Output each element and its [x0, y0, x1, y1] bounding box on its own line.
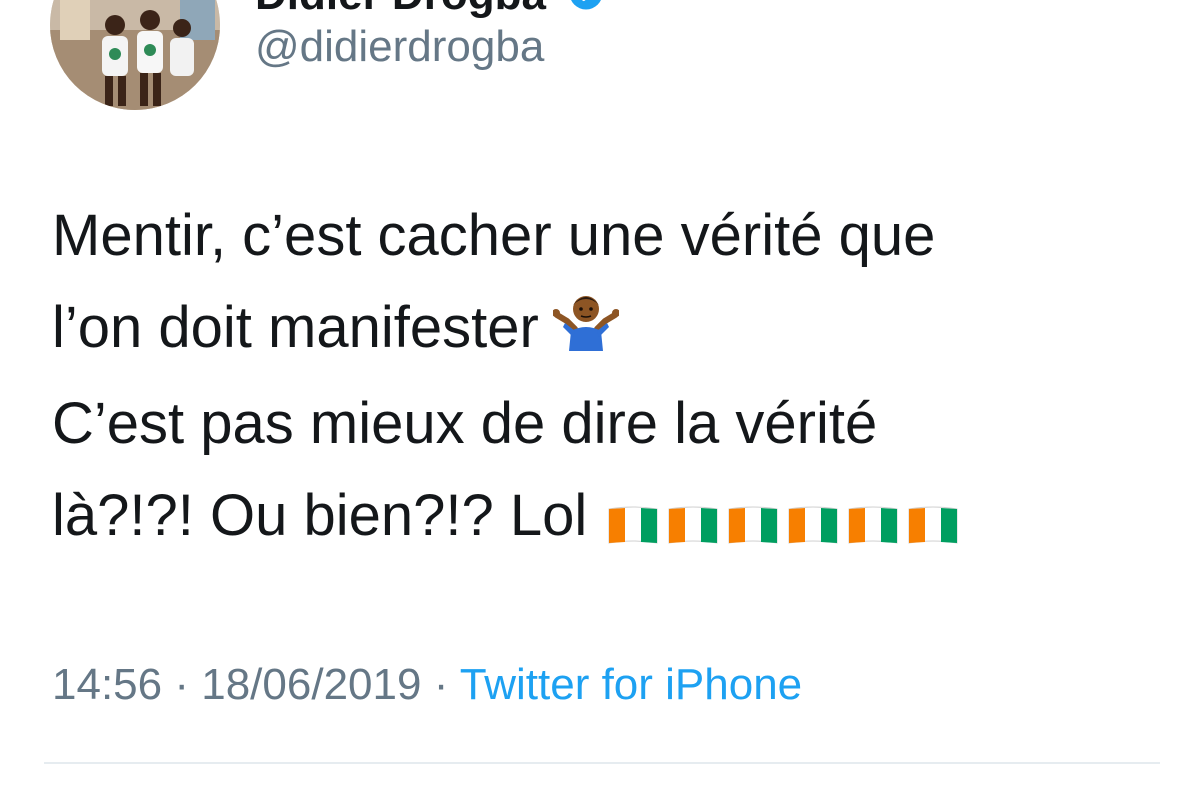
- divider: [44, 762, 1160, 764]
- tweet-date[interactable]: 18/06/2019: [201, 660, 421, 709]
- display-name[interactable]: Didier Drogba: [255, 0, 604, 22]
- more-options-icon[interactable]: [1100, 0, 1160, 10]
- tweet-time[interactable]: 14:56: [52, 660, 162, 709]
- tweet-line-4: là?!?! Ou bien?!? Lol: [52, 483, 588, 549]
- cote-divoire-flag-icon: [668, 506, 718, 544]
- tweet-line-3: C’est pas mieux de dire la vérité: [52, 391, 878, 457]
- user-handle[interactable]: @didierdrogba: [255, 22, 544, 72]
- display-name-text: Didier Drogba: [255, 0, 546, 19]
- flags-group: [607, 474, 967, 566]
- tweet-line-1: Mentir, c’est cacher une vérité que: [52, 203, 936, 268]
- tweet-card: Didier Drogba @didierdrogba Mentir, c’es…: [0, 0, 1200, 800]
- cote-divoire-flag-icon: [608, 506, 658, 544]
- tweet-text: Mentir, c’est cacher une vérité que l’on…: [52, 190, 1152, 566]
- cote-divoire-flag-icon: [848, 506, 898, 544]
- cote-divoire-flag-icon: [788, 506, 838, 544]
- tweet-meta: 14:56 · 18/06/2019 · Twitter for iPhone: [52, 660, 802, 710]
- avatar-photo: [50, 0, 220, 110]
- cote-divoire-flag-icon: [908, 506, 958, 544]
- meta-separator: ·: [433, 660, 449, 709]
- tweet-line-2-wrapper: l’on doit manifester: [52, 282, 1152, 378]
- tweet-line-4-wrapper: là?!?! Ou bien?!? Lol: [52, 470, 1152, 566]
- meta-separator: ·: [174, 660, 189, 709]
- tweet-line-2: l’on doit manifester: [52, 295, 539, 360]
- cote-divoire-flag-icon: [728, 506, 778, 544]
- person-shrugging-emoji-icon: [551, 285, 620, 378]
- tweet-source-link[interactable]: Twitter for iPhone: [460, 660, 802, 709]
- verified-badge-icon: [568, 0, 604, 22]
- avatar[interactable]: [50, 0, 220, 110]
